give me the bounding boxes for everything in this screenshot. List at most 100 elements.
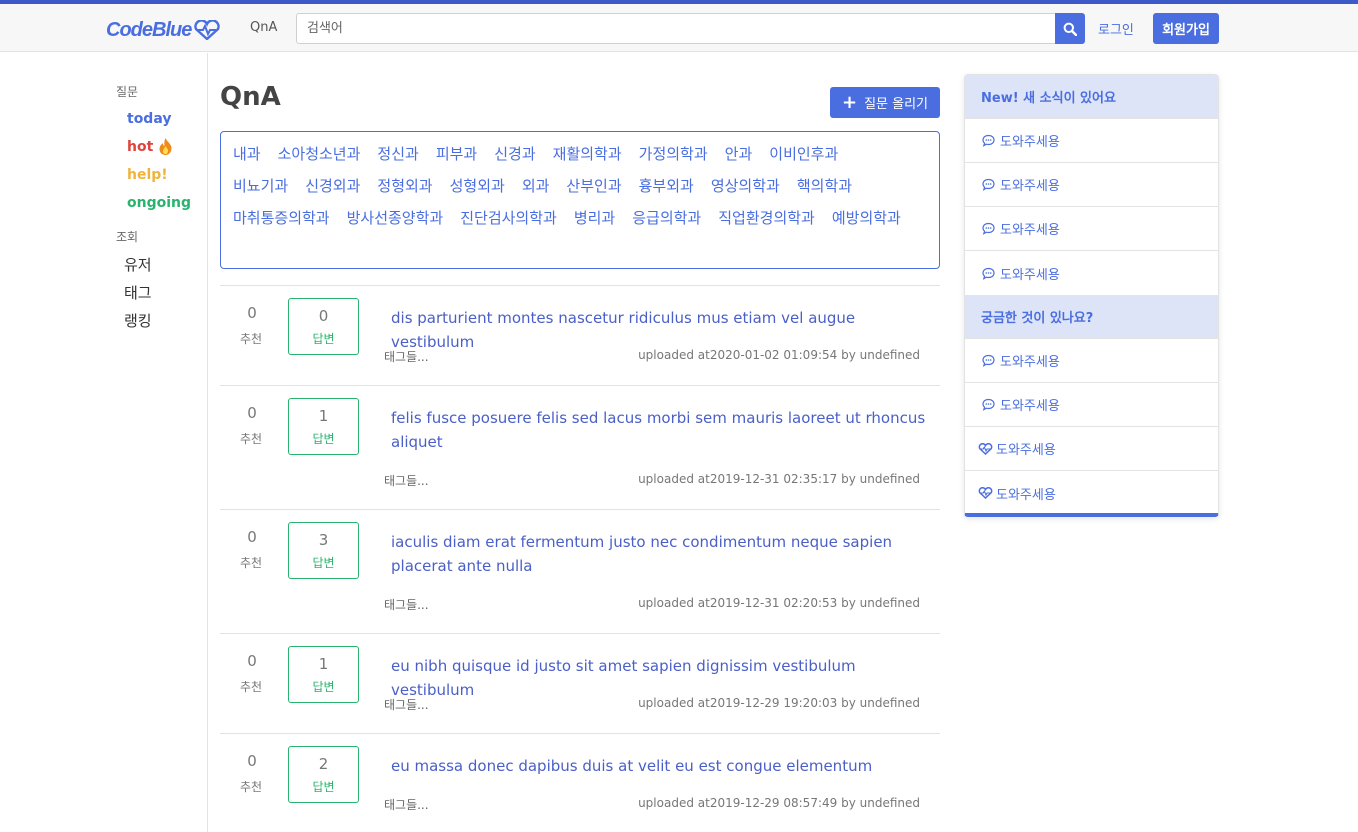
vote-label: 추천 <box>240 332 263 346</box>
department-tag[interactable]: 산부인과 <box>566 170 621 202</box>
department-tag[interactable]: 예방의학과 <box>832 202 901 234</box>
logo[interactable]: CodeBlue <box>106 18 221 42</box>
comment-icon <box>982 222 995 235</box>
department-tag[interactable]: 이비인후과 <box>769 138 838 170</box>
comment-icon <box>982 267 995 280</box>
department-tag[interactable]: 비뇨기과 <box>233 170 288 202</box>
department-tag[interactable]: 외과 <box>522 170 550 202</box>
sidebar-item-help[interactable]: help! <box>127 167 168 183</box>
sidebar-item-today[interactable]: today <box>127 111 171 127</box>
sidebar-item-users[interactable]: 유저 <box>124 254 152 275</box>
department-tag[interactable]: 안과 <box>725 138 753 170</box>
question-row: 0 추천 1 답변 felis fusce posuere felis sed lacu… <box>220 385 940 509</box>
department-tag[interactable]: 신경외과 <box>305 170 360 202</box>
answer-count-box: 3 답변 <box>288 522 359 579</box>
curious-header: 궁금한 것이 있나요? <box>965 295 1218 339</box>
department-tag[interactable]: 병리과 <box>574 202 615 234</box>
curious-item[interactable]: 도와주세용 <box>965 383 1218 427</box>
department-tag[interactable]: 신경과 <box>494 138 535 170</box>
sidebar-section-question: 질문 <box>116 85 139 99</box>
department-tag[interactable]: 성형외과 <box>450 170 505 202</box>
heartbeat-logo-icon <box>194 20 221 40</box>
department-tag[interactable]: 응급의학과 <box>632 202 701 234</box>
question-meta: uploaded at2019-12-29 19:20:03 by undefi… <box>638 696 920 710</box>
department-tag[interactable]: 마취통증의학과 <box>233 202 330 234</box>
department-tag[interactable]: 내과 <box>233 138 261 170</box>
search-input[interactable] <box>296 13 1056 44</box>
curious-item[interactable]: 도와주세용 <box>965 427 1218 471</box>
answer-label: 답변 <box>312 680 335 694</box>
question-meta: uploaded at2019-12-31 02:20:53 by undefi… <box>638 596 920 610</box>
vote-count: 0 <box>247 528 257 546</box>
vote-label: 추천 <box>240 432 263 446</box>
question-title-link[interactable]: felis fusce posuere felis sed lacus morb… <box>391 406 931 454</box>
answer-label: 답변 <box>312 432 335 446</box>
search-icon <box>1063 22 1077 36</box>
question-meta: uploaded at2020-01-02 01:09:54 by undefi… <box>638 348 920 362</box>
question-title-link[interactable]: eu nibh quisque id justo sit amet sapien… <box>391 654 931 702</box>
department-tag[interactable]: 방사선종양학과 <box>347 202 444 234</box>
vote-label: 추천 <box>240 680 263 694</box>
curious-item-label: 도와주세용 <box>996 487 1056 503</box>
comment-icon <box>982 398 995 411</box>
sidebar-item-tags[interactable]: 태그 <box>124 282 152 303</box>
vote-count: 0 <box>247 304 257 322</box>
sidebar-item-hot[interactable]: hot <box>127 137 173 156</box>
answer-count-box: 1 답변 <box>288 398 359 455</box>
vote-label: 추천 <box>240 556 263 570</box>
nav-qna-link[interactable]: QnA <box>250 20 277 35</box>
ask-question-button[interactable]: + 질문 올리기 <box>830 87 940 118</box>
question-title-link[interactable]: dis parturient montes nascetur ridiculus… <box>391 306 931 354</box>
curious-item[interactable]: 도와주세용 <box>965 339 1218 383</box>
answer-count: 3 <box>318 531 329 549</box>
left-sidebar: 질문 today hot help! ongoing 조회 유저 태그 랭킹 <box>0 53 208 832</box>
department-tag[interactable]: 소아청소년과 <box>278 138 361 170</box>
vote-count: 0 <box>247 752 257 770</box>
news-item[interactable]: 도와주세용 <box>965 163 1218 207</box>
logo-text: CodeBlue <box>106 18 192 41</box>
question-title-link[interactable]: eu massa donec dapibus duis at velit eu … <box>391 754 931 778</box>
department-tag-box: 내과 소아청소년과 정신과 피부과 신경과 재활의학과 가정의학과 안과 이비인후과비뇨기과 신경… <box>220 131 940 269</box>
question-tags: 태그들... <box>384 598 429 612</box>
vote-count: 0 <box>247 404 257 422</box>
search-button[interactable] <box>1055 13 1085 44</box>
department-tag[interactable]: 정형외과 <box>377 170 432 202</box>
department-tag[interactable]: 흉부외과 <box>639 170 694 202</box>
news-item[interactable]: 도와주세용 <box>965 207 1218 251</box>
curious-item-label: 도와주세용 <box>1000 355 1060 370</box>
login-link[interactable]: 로그인 <box>1098 19 1134 38</box>
question-title-link[interactable]: iaculis diam erat fermentum justo nec co… <box>391 530 931 578</box>
question-tags: 태그들... <box>384 798 429 812</box>
department-tag[interactable]: 영상의학과 <box>711 170 780 202</box>
sidebar-section-browse: 조회 <box>116 230 139 244</box>
question-row: 0 추천 3 답변 iaculis diam erat fermentum justo … <box>220 509 940 633</box>
sidebar-item-hot-label: hot <box>127 138 154 155</box>
signup-button[interactable]: 회원가입 <box>1153 13 1219 44</box>
news-item[interactable]: 도와주세용 <box>965 251 1218 295</box>
department-tag[interactable]: 피부과 <box>436 138 477 170</box>
department-tag[interactable]: 정신과 <box>377 138 418 170</box>
news-item-label: 도와주세용 <box>1000 267 1060 283</box>
answer-count-box: 2 답변 <box>288 746 359 803</box>
answer-count: 1 <box>318 407 329 425</box>
page-title: QnA <box>220 82 281 112</box>
answer-count-box: 0 답변 <box>288 298 359 355</box>
department-tag[interactable]: 재활의학과 <box>553 138 622 170</box>
curious-item[interactable]: 도와주세용 <box>965 471 1218 513</box>
news-item-label: 도와주세용 <box>1000 223 1060 238</box>
news-item[interactable]: 도와주세용 <box>965 119 1218 163</box>
vote-count: 0 <box>247 652 257 670</box>
department-tag[interactable]: 진단검사의학과 <box>460 202 557 234</box>
department-tag[interactable]: 직업환경의학과 <box>718 202 815 234</box>
sidebar-item-ongoing[interactable]: ongoing <box>127 195 191 211</box>
answer-count: 2 <box>318 755 329 773</box>
curious-item-label: 도와주세용 <box>1000 399 1060 414</box>
department-tag[interactable]: 가정의학과 <box>639 138 708 170</box>
question-row: 0 추천 0 답변 dis parturient montes nascetur rid… <box>220 285 940 385</box>
question-meta: uploaded at2019-12-31 02:35:17 by undefi… <box>638 472 920 486</box>
news-header: New! 새 소식이 있어요 <box>965 75 1218 119</box>
sidebar-item-ranking[interactable]: 랭킹 <box>124 310 152 331</box>
fire-icon <box>159 138 172 155</box>
question-tags: 태그들... <box>384 350 429 364</box>
department-tag[interactable]: 핵의학과 <box>797 170 852 202</box>
